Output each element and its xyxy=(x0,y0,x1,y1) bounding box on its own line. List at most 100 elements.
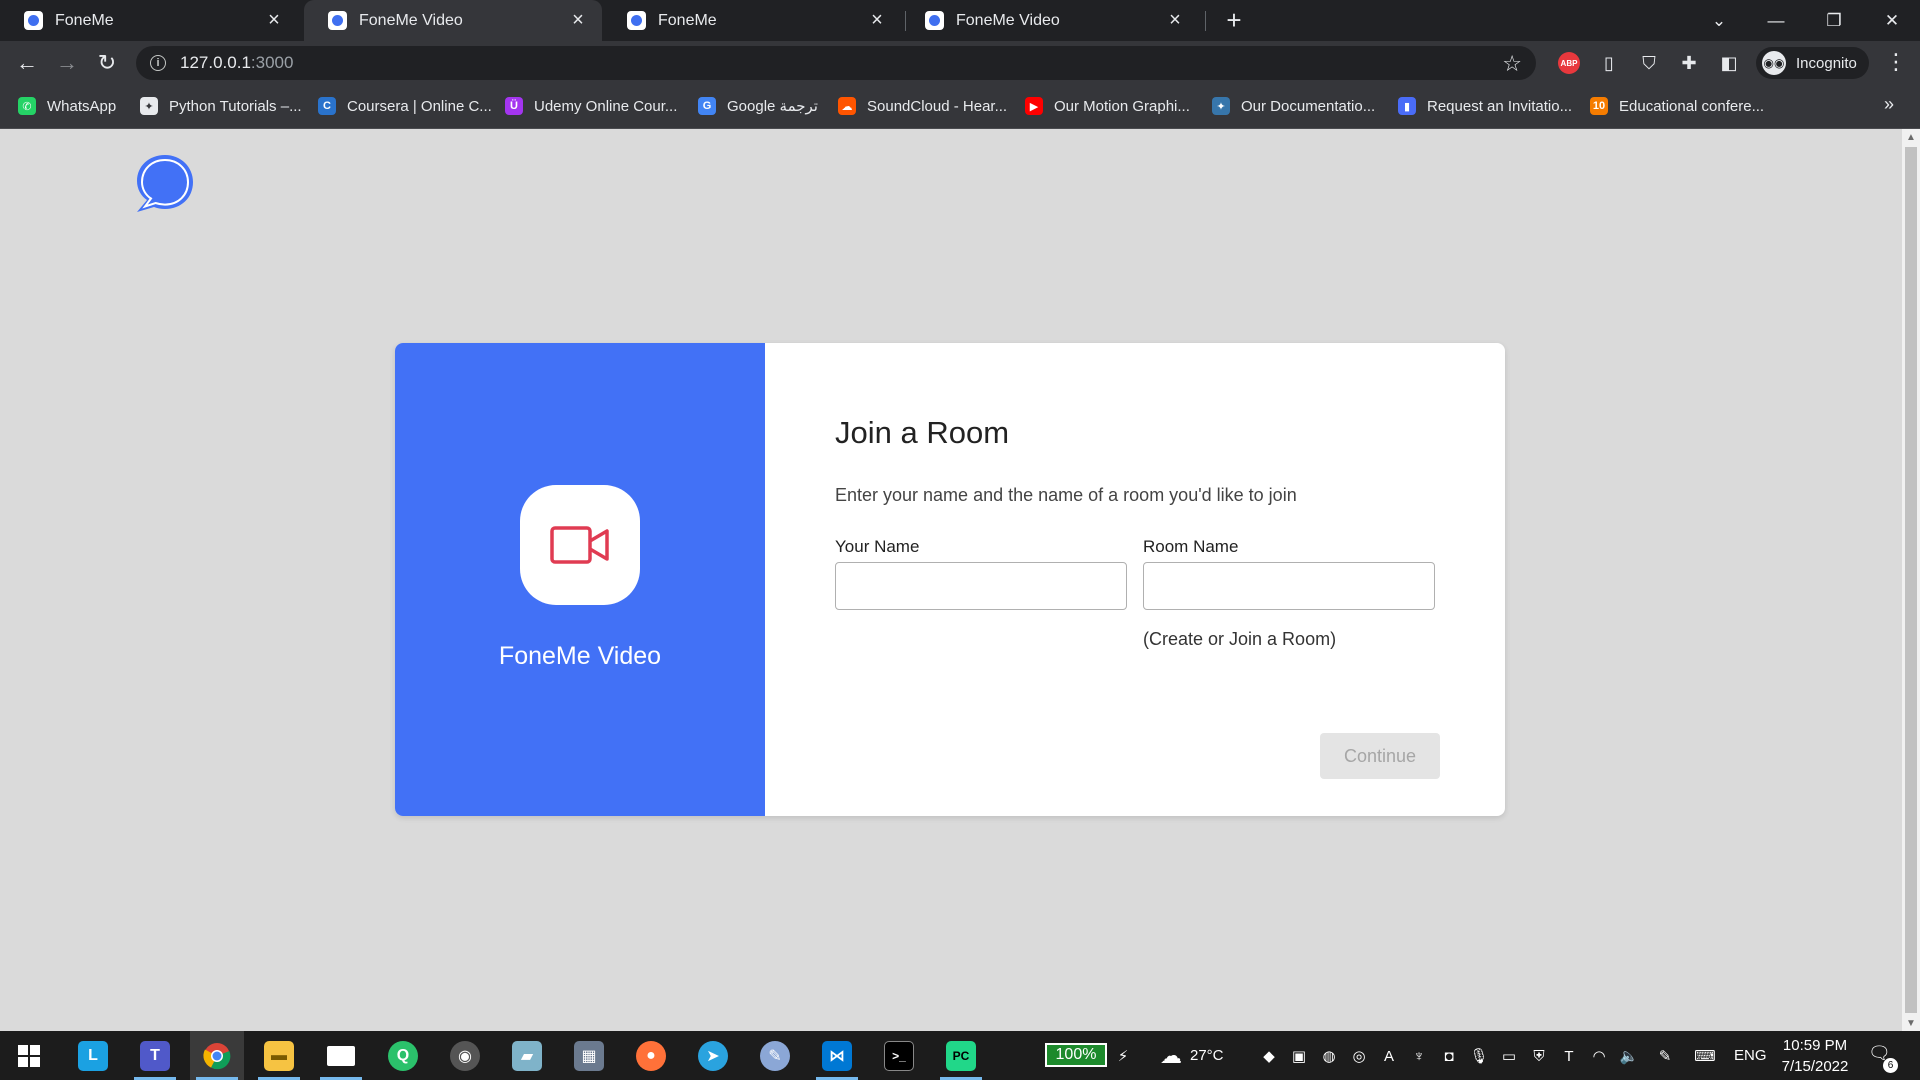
close-window-icon[interactable]: ✕ xyxy=(1869,0,1915,41)
taskbar-media-icon[interactable]: ◉ xyxy=(438,1031,492,1080)
taskbar-telegram-icon[interactable]: ➤ xyxy=(686,1031,740,1080)
bookmark-item[interactable]: ✦ Python Tutorials –... xyxy=(140,95,302,117)
system-clock[interactable]: 10:59 PM 7/15/2022 xyxy=(1770,1035,1860,1077)
taskbar-notes-icon[interactable]: ▰ xyxy=(500,1031,554,1080)
bookmark-item[interactable]: Ü Udemy Online Cour... xyxy=(505,95,677,117)
bookmark-star-icon[interactable]: ☆ xyxy=(1502,51,1522,77)
new-tab-icon[interactable]: + xyxy=(1220,5,1248,35)
youtube-icon: ▶ xyxy=(1025,97,1043,115)
bookmark-item[interactable]: ☁ SoundCloud - Hear... xyxy=(838,95,1007,117)
bookmark-item[interactable]: ✆ WhatsApp xyxy=(18,95,116,117)
back-icon[interactable]: ← xyxy=(12,48,42,78)
taskbar-file-explorer-icon[interactable]: ▬ xyxy=(252,1031,306,1080)
tab-title: FoneMe xyxy=(55,11,114,29)
tray-shield-icon[interactable]: ⛨ xyxy=(1528,1045,1550,1067)
bookmark-item[interactable]: ▶ Our Motion Graphi... xyxy=(1025,95,1190,117)
tray-app-1-icon[interactable]: ◆ xyxy=(1258,1045,1280,1067)
incognito-label: Incognito xyxy=(1796,54,1857,72)
clock-date: 7/15/2022 xyxy=(1781,1058,1849,1075)
wifi-icon[interactable]: ◠ xyxy=(1588,1045,1610,1067)
page-scrollbar[interactable]: ▲ ▼ xyxy=(1902,129,1920,1031)
taskbar-vscode-icon[interactable]: ⋈ xyxy=(810,1031,864,1080)
taskbar-chrome-icon[interactable] xyxy=(190,1031,244,1080)
reload-icon[interactable]: ↻ xyxy=(92,48,122,78)
extensions-puzzle-icon[interactable]: ✚ xyxy=(1676,50,1702,76)
your-name-input[interactable] xyxy=(835,562,1127,610)
tab-foneme-video-2[interactable]: FoneMe Video × xyxy=(901,0,1199,41)
taskbar-firefox-icon[interactable]: ● xyxy=(624,1031,678,1080)
shield-extension-icon[interactable]: ⛉ xyxy=(1636,50,1662,76)
tab-foneme-1[interactable]: FoneMe × xyxy=(0,0,298,41)
weather-widget[interactable]: ☁ 27°C xyxy=(1160,1031,1224,1080)
side-panel-icon[interactable]: ◧ xyxy=(1716,50,1742,76)
tray-drive-icon[interactable]: ▭ xyxy=(1498,1045,1520,1067)
bookmark-item[interactable]: ▮ Request an Invitatio... xyxy=(1398,95,1572,117)
charging-plug-icon: ⚡ xyxy=(1117,1048,1129,1065)
taskbar-paint-icon[interactable]: ✎ xyxy=(748,1031,802,1080)
tray-teams-icon[interactable]: T xyxy=(1558,1045,1580,1067)
device-icon[interactable]: ▯ xyxy=(1596,50,1622,76)
close-tab-icon[interactable]: × xyxy=(264,9,284,31)
bookmark-label: Coursera | Online C... xyxy=(347,97,492,115)
action-center-icon[interactable]: 🗨 6 xyxy=(1868,1043,1898,1073)
pen-icon[interactable]: ✎ xyxy=(1654,1045,1676,1067)
tray-camera-icon[interactable]: ◘ xyxy=(1438,1045,1460,1067)
taskbar-window-icon[interactable] xyxy=(314,1031,368,1080)
scrollbar-thumb[interactable] xyxy=(1905,147,1917,1013)
tray-microphone-icon[interactable]: 🎙 xyxy=(1468,1045,1490,1067)
site-info-icon[interactable]: i xyxy=(150,55,166,71)
browser-menu-icon[interactable]: ⋮ xyxy=(1884,49,1908,75)
bookmark-item[interactable]: ✦ Our Documentatio... xyxy=(1212,95,1375,117)
taskbar-search-app-icon[interactable]: Q xyxy=(376,1031,430,1080)
udemy-icon: Ü xyxy=(505,97,523,115)
url-host: 127.0.0.1 xyxy=(180,53,251,72)
tray-chrome-icon[interactable]: ◎ xyxy=(1348,1045,1370,1067)
restore-icon[interactable]: ❐ xyxy=(1811,0,1857,41)
tab-title: FoneMe xyxy=(658,11,717,29)
scroll-down-icon[interactable]: ▼ xyxy=(1902,1015,1920,1031)
bookmark-item[interactable]: G Google ترجمة xyxy=(698,95,818,117)
language-indicator[interactable]: ENG xyxy=(1734,1031,1767,1080)
incognito-profile-button[interactable]: ◉◉ Incognito xyxy=(1756,47,1869,79)
your-name-label: Your Name xyxy=(835,537,920,556)
taskbar-l-app-icon[interactable]: L xyxy=(66,1031,120,1080)
more-bookmarks-icon[interactable]: » xyxy=(1884,94,1894,115)
foneme-favicon-icon xyxy=(24,11,43,30)
tray-nvidia-icon[interactable]: ▣ xyxy=(1288,1045,1310,1067)
bookmark-item[interactable]: 10 Educational confere... xyxy=(1590,95,1764,117)
close-tab-icon[interactable]: × xyxy=(867,9,887,31)
bookmark-label: Udemy Online Cour... xyxy=(534,97,678,115)
taskbar-terminal-icon[interactable]: >_ xyxy=(872,1031,926,1080)
touch-keyboard-icon[interactable]: ⌨ xyxy=(1690,1045,1720,1067)
continue-button[interactable]: Continue xyxy=(1320,733,1440,779)
close-tab-icon[interactable]: × xyxy=(1165,9,1185,31)
foneme-favicon-icon xyxy=(627,11,646,30)
taskbar-pycharm-icon[interactable]: PC xyxy=(934,1031,988,1080)
taskbar-calculator-icon[interactable]: ▦ xyxy=(562,1031,616,1080)
room-name-input[interactable] xyxy=(1143,562,1435,610)
volume-icon[interactable]: 🔈 xyxy=(1618,1045,1640,1067)
google-translate-icon: G xyxy=(698,97,716,115)
browser-toolbar: ← → ↻ i 127.0.0.1:3000 ☆ ABP ▯ ⛉ ✚ ◧ ◉◉ … xyxy=(0,41,1920,85)
scroll-up-icon[interactable]: ▲ xyxy=(1902,129,1920,145)
tab-search-icon[interactable]: ⌄ xyxy=(1696,0,1742,41)
chat-bubble-logo-icon[interactable] xyxy=(132,151,198,217)
windows-start-icon[interactable] xyxy=(2,1031,56,1080)
incognito-icon: ◉◉ xyxy=(1762,51,1786,75)
tab-foneme-video-1[interactable]: FoneMe Video × xyxy=(304,0,602,41)
bookmark-label: Our Documentatio... xyxy=(1241,97,1376,115)
bookmark-item[interactable]: C Coursera | Online C... xyxy=(318,95,492,117)
tab-foneme-2[interactable]: FoneMe × xyxy=(603,0,901,41)
coursera-icon: C xyxy=(318,97,336,115)
adblock-plus-icon[interactable]: ABP xyxy=(1556,50,1582,76)
tray-adobe-icon[interactable]: A xyxy=(1378,1045,1400,1067)
bookmark-label: Request an Invitatio... xyxy=(1427,97,1573,115)
close-tab-icon[interactable]: × xyxy=(568,9,588,31)
tray-steam-icon[interactable]: ◍ xyxy=(1318,1045,1340,1067)
forward-icon[interactable]: → xyxy=(52,48,82,78)
address-bar[interactable]: i 127.0.0.1:3000 ☆ xyxy=(136,46,1536,80)
minimize-icon[interactable]: — xyxy=(1753,0,1799,41)
tray-security-icon[interactable]: ♆ xyxy=(1408,1045,1430,1067)
taskbar-teams-icon[interactable]: T xyxy=(128,1031,182,1080)
battery-indicator[interactable]: 100% xyxy=(1045,1043,1107,1067)
